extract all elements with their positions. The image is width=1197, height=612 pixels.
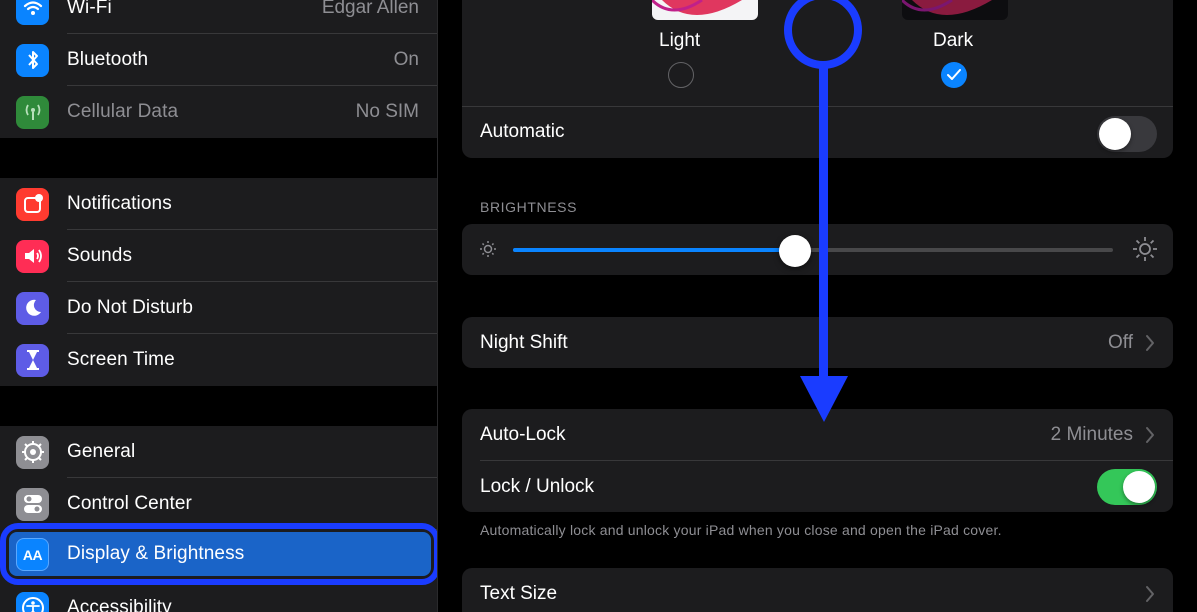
- hourglass-icon: [16, 343, 49, 377]
- sidebar-item-notifications[interactable]: Notifications: [0, 178, 437, 230]
- sidebar-item-bluetooth[interactable]: Bluetooth On: [0, 34, 437, 86]
- dark-appearance-thumbnail[interactable]: [902, 0, 1008, 20]
- sidebar-item-display-brightness[interactable]: AA Display & Brightness: [0, 523, 437, 585]
- chevron-right-icon: [1146, 335, 1154, 351]
- light-label: Light: [659, 30, 701, 51]
- night-shift-row[interactable]: Night Shift Off: [462, 317, 1173, 368]
- accessibility-icon: [16, 591, 49, 612]
- switches-icon: [16, 487, 49, 521]
- auto-lock-value: 2 Minutes: [1050, 424, 1133, 445]
- checkmark-icon: [947, 69, 961, 80]
- sidebar-group-notifications: Notifications Sounds Do Not Disturb Scre…: [0, 178, 437, 386]
- sidebar-item-content: AA Display & Brightness: [9, 532, 431, 576]
- sidebar-item-value: No SIM: [355, 101, 419, 122]
- moon-icon: [16, 291, 49, 325]
- night-shift-value: Off: [1108, 332, 1133, 353]
- sidebar-item-label: Sounds: [67, 245, 133, 266]
- night-shift-card: Night Shift Off: [462, 317, 1173, 368]
- notifications-icon: [16, 187, 49, 221]
- cellular-icon: [16, 95, 49, 129]
- sidebar-item-label: Cellular Data: [67, 101, 179, 122]
- dark-radio-button[interactable]: [941, 62, 967, 88]
- sidebar-group-connectivity: Wi-Fi Edgar Allen Bluetooth On Cellular …: [0, 0, 437, 138]
- brightness-slider-fill: [513, 248, 795, 252]
- sidebar-item-label: Wi-Fi: [67, 0, 112, 18]
- chevron-right-icon: [1146, 427, 1154, 443]
- dark-label: Dark: [933, 30, 974, 51]
- sidebar-item-label: Accessibility: [67, 597, 172, 612]
- night-shift-label: Night Shift: [480, 332, 568, 353]
- sidebar-item-value: On: [393, 49, 419, 70]
- chevron-right-icon: [1146, 586, 1154, 602]
- text-size-label: Text Size: [480, 583, 558, 604]
- appearance-card: Light Dark Automatic: [462, 0, 1173, 158]
- toggle-knob: [1123, 471, 1155, 503]
- lock-unlock-row: Lock / Unlock: [462, 461, 1173, 512]
- text-size-icon: AA: [16, 538, 49, 571]
- automatic-label: Automatic: [480, 121, 565, 142]
- automatic-toggle[interactable]: [1097, 116, 1157, 152]
- auto-lock-row[interactable]: Auto-Lock 2 Minutes: [462, 409, 1173, 461]
- lock-card: Auto-Lock 2 Minutes Lock / Unlock: [462, 409, 1173, 512]
- lock-unlock-description: Automatically lock and unlock your iPad …: [480, 522, 1002, 538]
- light-radio-button[interactable]: [668, 62, 694, 88]
- sidebar-item-cellular-data[interactable]: Cellular Data No SIM: [0, 86, 437, 138]
- sidebar-item-label: General: [67, 441, 136, 462]
- lock-unlock-label: Lock / Unlock: [480, 476, 595, 497]
- sidebar-item-label: Control Center: [67, 493, 192, 514]
- lock-unlock-toggle[interactable]: [1097, 469, 1157, 505]
- gear-icon: [16, 435, 49, 469]
- sounds-icon: [16, 239, 49, 273]
- settings-sidebar: Wi-Fi Edgar Allen Bluetooth On Cellular …: [0, 0, 438, 612]
- sun-large-icon: [1131, 235, 1159, 268]
- brightness-card: [462, 224, 1173, 275]
- sidebar-item-label: Screen Time: [67, 349, 175, 370]
- auto-lock-label: Auto-Lock: [480, 424, 566, 445]
- brightness-slider[interactable]: [513, 248, 1113, 252]
- automatic-row: Automatic: [462, 106, 1173, 158]
- light-appearance-thumbnail[interactable]: [652, 0, 758, 20]
- sidebar-item-screen-time[interactable]: Screen Time: [0, 334, 437, 386]
- text-size-row[interactable]: Text Size: [462, 568, 1173, 612]
- sun-small-icon: [478, 239, 498, 264]
- sidebar-item-label: Bluetooth: [67, 49, 149, 70]
- toggle-knob: [1099, 118, 1131, 150]
- brightness-section-label: BRIGHTNESS: [480, 199, 578, 215]
- sidebar-item-general[interactable]: General: [0, 426, 437, 478]
- sidebar-item-do-not-disturb[interactable]: Do Not Disturb: [0, 282, 437, 334]
- sidebar-item-label: Notifications: [67, 193, 172, 214]
- brightness-slider-thumb[interactable]: [779, 235, 811, 267]
- sidebar-item-accessibility[interactable]: Accessibility: [0, 582, 437, 612]
- sidebar-item-sounds[interactable]: Sounds: [0, 230, 437, 282]
- selection-highlight: AA Display & Brightness: [9, 532, 431, 576]
- sidebar-item-value: Edgar Allen: [321, 0, 419, 18]
- bluetooth-icon: [16, 43, 49, 77]
- display-brightness-pane: Light Dark Automatic BRIGHTNESS Night Sh…: [439, 0, 1197, 612]
- sidebar-item-label: Display & Brightness: [67, 543, 245, 564]
- sidebar-item-wifi[interactable]: Wi-Fi Edgar Allen: [0, 0, 437, 34]
- text-size-card: Text Size: [462, 568, 1173, 612]
- wifi-icon: [16, 0, 49, 25]
- sidebar-item-label: Do Not Disturb: [67, 297, 193, 318]
